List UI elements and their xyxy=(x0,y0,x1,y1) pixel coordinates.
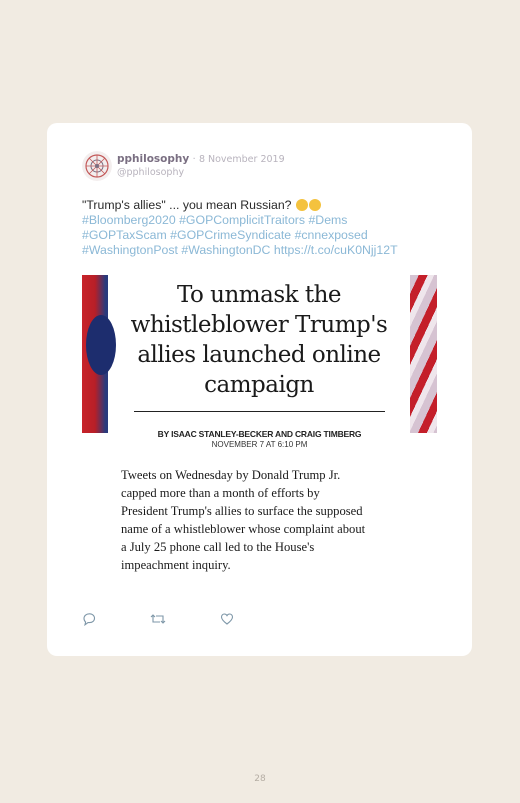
tweet-date[interactable]: 8 November 2019 xyxy=(199,154,285,165)
user-handle[interactable]: @pphilosophy xyxy=(117,167,184,178)
tweet-header: pphilosophy · 8 November 2019 xyxy=(117,153,285,165)
tweet-text-plain: "Trump's allies" ... you mean Russian? xyxy=(82,198,295,212)
hashtag[interactable]: #GOPComplicitTraitors xyxy=(179,213,305,227)
retweet-icon[interactable] xyxy=(150,611,166,625)
hashtag[interactable]: #cnnexposed xyxy=(295,228,368,242)
separator: · xyxy=(192,154,196,165)
hashtag[interactable]: #Bloomberg2020 xyxy=(82,213,176,227)
user-name[interactable]: pphilosophy xyxy=(117,153,189,165)
flag-background-left xyxy=(82,275,116,433)
tweet-text: "Trump's allies" ... you mean Russian? #… xyxy=(82,198,452,258)
thinking-face-icon xyxy=(308,199,321,211)
tweet-link[interactable]: https://t.co/cuK0Njj12T xyxy=(274,243,398,257)
thinking-face-icon xyxy=(295,199,308,211)
article-byline: BY ISAAC STANLEY-BECKER AND CRAIG TIMBER… xyxy=(157,429,362,439)
article-image[interactable]: To unmask the whistleblower Trump's alli… xyxy=(82,275,437,433)
hashtag[interactable]: #GOPTaxScam xyxy=(82,228,167,242)
article-headline: To unmask the whistleblower Trump's alli… xyxy=(130,282,388,398)
reply-icon[interactable] xyxy=(82,611,96,627)
article-dateline: NOVEMBER 7 AT 6:10 PM xyxy=(211,440,308,449)
headline-divider xyxy=(134,411,385,412)
flag-background-right xyxy=(410,275,437,433)
avatar[interactable] xyxy=(82,151,112,181)
hashtag[interactable]: #GOPCrimeSyndicate xyxy=(170,228,291,242)
hashtag[interactable]: #Dems xyxy=(308,213,347,227)
heart-icon[interactable] xyxy=(220,611,234,625)
hashtag[interactable]: #WashingtonDC xyxy=(181,243,270,257)
article-body: Tweets on Wednesday by Donald Trump Jr. … xyxy=(121,468,366,572)
hashtag[interactable]: #WashingtonPost xyxy=(82,243,178,257)
page-number: 28 xyxy=(254,774,266,784)
tweet-card: pphilosophy · 8 November 2019 @pphilosop… xyxy=(47,123,472,656)
